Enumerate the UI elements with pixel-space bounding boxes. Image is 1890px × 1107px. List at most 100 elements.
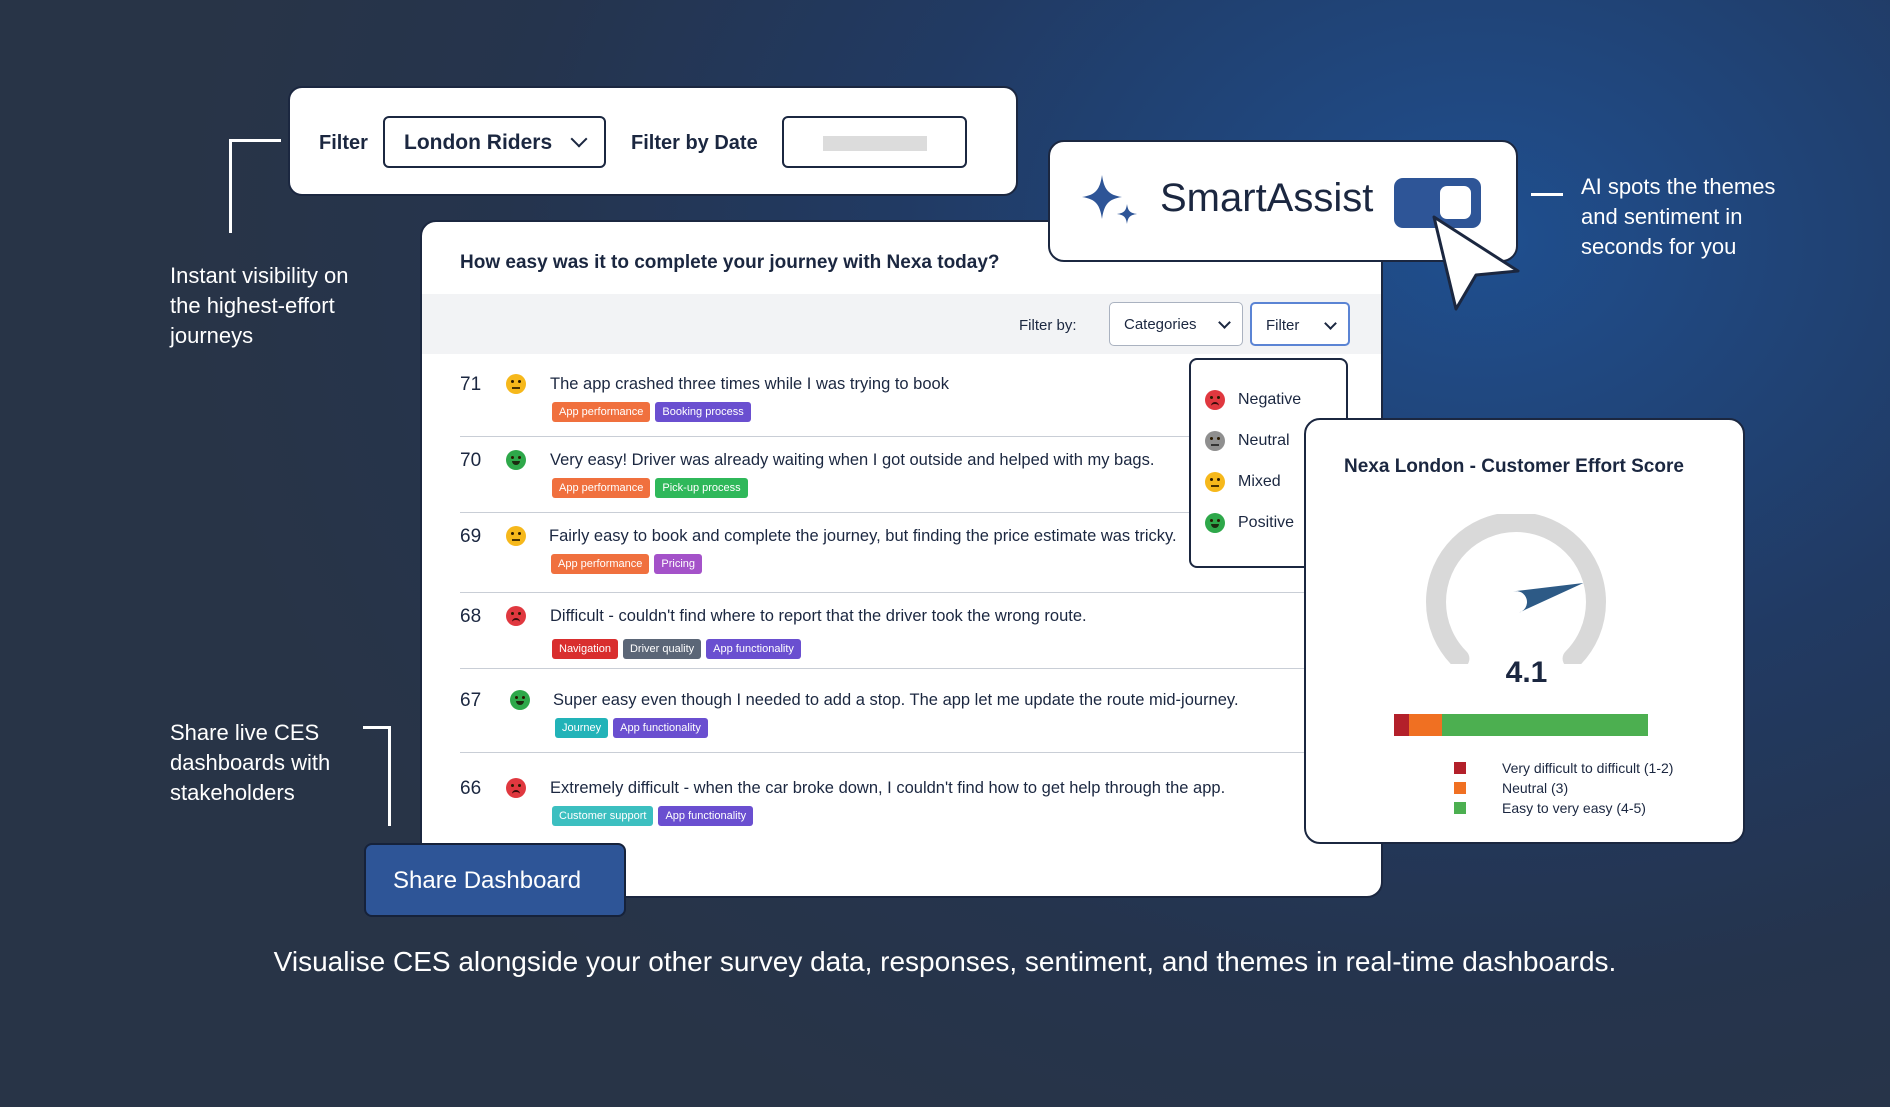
ces-distribution-bar <box>1394 714 1648 736</box>
theme-tag[interactable]: App functionality <box>613 718 708 738</box>
share-dashboard-label: Share Dashboard <box>393 867 582 894</box>
distribution-segment <box>1394 714 1410 736</box>
survey-question: How easy was it to complete your journey… <box>460 252 1000 273</box>
ces-gauge-card: Nexa London - Customer Effort Score 4.1 … <box>1304 418 1745 844</box>
response-tags: Journey App functionality <box>555 718 708 738</box>
date-filter-input[interactable] <box>782 116 967 168</box>
mixed-sentiment-icon <box>506 374 526 394</box>
response-tags: Customer support App functionality <box>552 806 754 826</box>
response-text: Fairly easy to book and complete the jou… <box>549 527 1177 545</box>
annotation-right-top: AI spots the themes and sentiment in sec… <box>1581 174 1776 259</box>
theme-tag[interactable]: Pricing <box>654 554 703 574</box>
theme-tag[interactable]: App functionality <box>658 806 754 826</box>
legend-swatch <box>1454 802 1466 814</box>
negative-sentiment-icon <box>1205 390 1225 410</box>
filter-label: Filter <box>319 132 368 154</box>
distribution-segment <box>1409 714 1443 736</box>
row-divider <box>460 668 1350 669</box>
theme-tag[interactable]: Customer support <box>552 806 654 826</box>
legend-item: Neutral (3) <box>1454 780 1714 798</box>
response-number: 71 <box>460 374 482 395</box>
negative-sentiment-icon <box>506 778 526 798</box>
mixed-sentiment-icon <box>506 526 526 546</box>
positive-sentiment-icon <box>1205 513 1225 533</box>
legend-swatch <box>1454 762 1466 774</box>
positive-sentiment-icon <box>506 450 526 470</box>
ces-score-value: 4.1 <box>1505 656 1548 689</box>
response-number: 66 <box>460 778 482 799</box>
legend-item: Very difficult to difficult (1-2) <box>1454 760 1714 778</box>
sentiment-option-label: Mixed <box>1238 473 1281 490</box>
filter-bar: Filter London Riders Filter by Date <box>288 86 1018 196</box>
legend-label: Easy to very easy (4-5) <box>1502 800 1646 816</box>
response-tags: Navigation Driver quality App functionalit… <box>552 639 801 659</box>
date-filter-label: Filter by Date <box>631 132 758 154</box>
theme-tag[interactable]: App functionality <box>706 639 801 659</box>
theme-tag[interactable]: Pick-up process <box>655 478 748 498</box>
theme-tag[interactable]: Driver quality <box>622 639 702 659</box>
filter-select[interactable]: London Riders <box>383 116 606 168</box>
legend-label: Very difficult to difficult (1-2) <box>1502 760 1674 776</box>
ces-card-title: Nexa London - Customer Effort Score <box>1344 456 1684 477</box>
row-divider <box>460 752 1350 753</box>
theme-tag[interactable]: App performance <box>552 402 651 422</box>
categories-select[interactable]: Categories <box>1109 302 1243 346</box>
ces-gauge <box>1426 514 1606 664</box>
theme-tag[interactable]: App performance <box>551 554 650 574</box>
sentiment-option-label: Neutral <box>1238 432 1290 449</box>
response-number: 67 <box>460 690 482 711</box>
annotation-line <box>363 726 391 729</box>
response-tags: App performance Booking process <box>552 402 751 422</box>
annotation-line <box>229 139 281 142</box>
response-number: 70 <box>460 450 482 471</box>
share-dashboard-button[interactable]: Share Dashboard <box>364 843 626 917</box>
sentiment-filter-select[interactable]: Filter <box>1250 302 1350 346</box>
theme-tag[interactable]: Journey <box>555 718 609 738</box>
response-row[interactable]: 67 Super easy even though I needed to add… <box>460 690 1350 750</box>
date-placeholder-bar <box>823 136 927 151</box>
annotation-line <box>229 139 232 233</box>
response-text: Very easy! Driver was already waiting wh… <box>550 451 1155 469</box>
response-row[interactable]: 66 Extremely difficult - when the car bro… <box>460 778 1350 838</box>
response-number: 69 <box>460 526 482 547</box>
annotation-line <box>388 726 391 826</box>
chevron-down-icon <box>1218 316 1231 329</box>
annotation-line <box>1531 193 1563 196</box>
chevron-down-icon <box>570 130 588 148</box>
row-divider <box>460 592 1350 593</box>
sentiment-option-label: Negative <box>1238 391 1302 408</box>
neutral-sentiment-icon <box>1205 431 1225 451</box>
smartassist-label: SmartAssist <box>1160 176 1374 220</box>
sentiment-option-label: Positive <box>1238 514 1295 531</box>
legend-label: Neutral (3) <box>1502 780 1569 796</box>
gauge-track <box>1426 514 1606 664</box>
chevron-down-icon <box>1324 317 1337 330</box>
caption: Visualise CES alongside your other surve… <box>273 946 1617 977</box>
response-text: Extremely difficult - when the car broke… <box>550 779 1226 797</box>
response-text: The app crashed three times while I was … <box>550 375 949 393</box>
filter-by-label: Filter by: <box>1019 317 1077 334</box>
response-number: 68 <box>460 606 482 627</box>
gauge-needle <box>1513 582 1584 613</box>
response-tags: App performance Pick-up process <box>552 478 748 498</box>
theme-tag[interactable]: Navigation <box>552 639 618 659</box>
cursor-arrow-icon <box>1432 215 1520 311</box>
sentiment-filter-value: Filter <box>1266 317 1300 334</box>
theme-tag[interactable]: Booking process <box>655 402 751 422</box>
theme-tag[interactable]: App performance <box>552 478 651 498</box>
mixed-sentiment-icon <box>1205 472 1225 492</box>
distribution-segment <box>1442 714 1648 736</box>
positive-sentiment-icon <box>510 690 530 710</box>
negative-sentiment-icon <box>506 606 526 626</box>
sparkle-icon <box>1082 175 1137 224</box>
legend-swatch <box>1454 782 1466 794</box>
response-row[interactable]: 68 Difficult - couldn't find where to rep… <box>460 606 1350 666</box>
response-tags: App performance Pricing <box>551 554 703 574</box>
response-text: Super easy even though I needed to add a… <box>553 691 1239 709</box>
categories-select-value: Categories <box>1124 316 1197 333</box>
annotation-left-bottom: Share live CES dashboards with stakehold… <box>170 720 331 805</box>
filter-select-value: London Riders <box>404 131 553 154</box>
survey-toolbar: Filter by: Categories Filter <box>422 294 1381 354</box>
legend-item: Easy to very easy (4-5) <box>1454 800 1714 818</box>
annotation-left-top: Instant visibility on the highest-effort… <box>170 263 349 348</box>
